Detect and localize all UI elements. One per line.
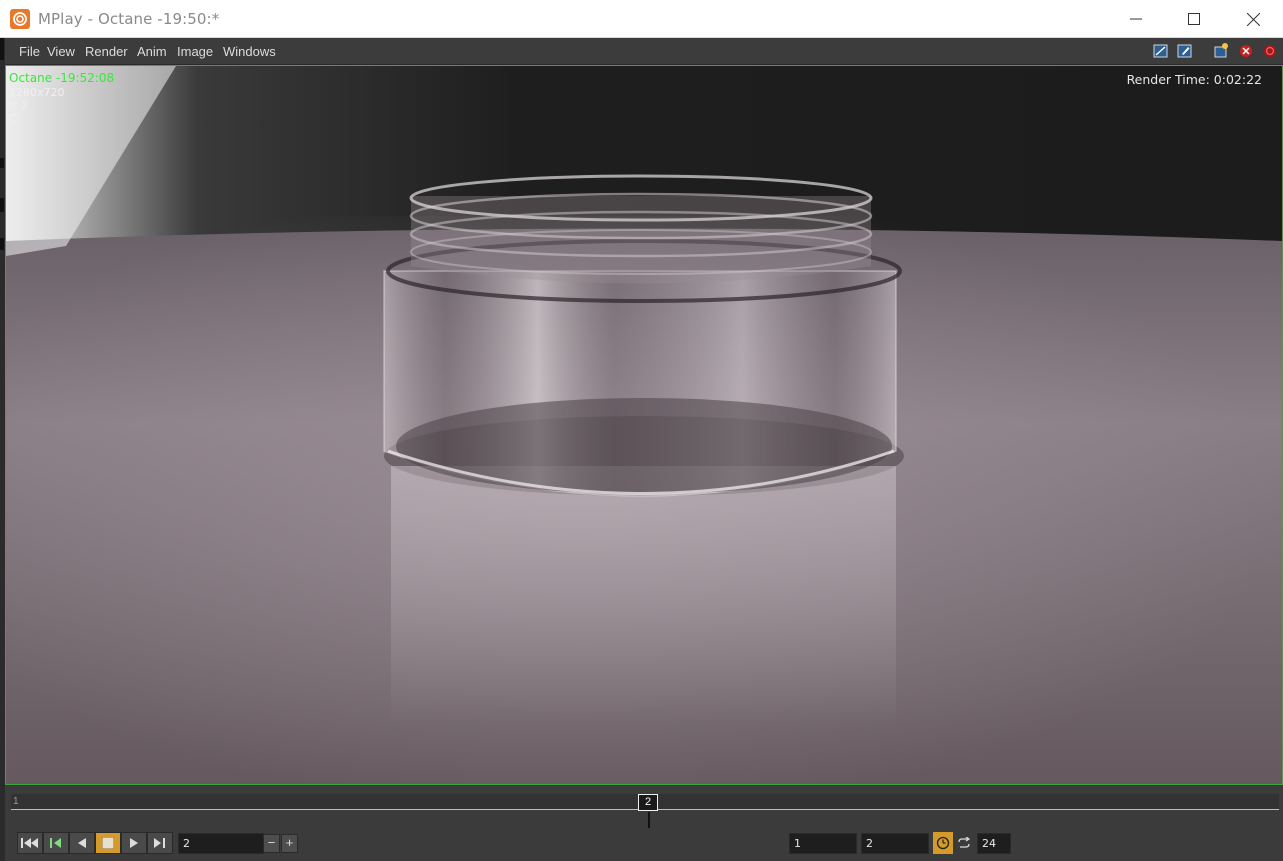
edge-mark <box>0 238 4 250</box>
edge-mark <box>0 158 4 168</box>
loop-icon <box>958 837 971 848</box>
frame-increment-button[interactable]: + <box>281 834 298 853</box>
maximize-button[interactable] <box>1165 0 1223 38</box>
render-time-label: Render Time: 0:02:22 <box>1126 72 1262 87</box>
menu-render[interactable]: Render <box>85 44 128 59</box>
frame-label: fr 2 <box>9 99 28 112</box>
scroll-handle[interactable] <box>0 38 4 60</box>
snapshot-icon[interactable] <box>1212 42 1230 60</box>
edge-mark <box>0 198 4 212</box>
minimize-button[interactable] <box>1107 0 1165 38</box>
range-end-field[interactable]: 2 <box>861 833 929 854</box>
last-frame-icon <box>154 838 165 848</box>
fps-field[interactable]: 24 <box>977 833 1011 854</box>
step-back-icon <box>50 838 61 848</box>
stop-icon <box>102 837 114 849</box>
first-frame-icon <box>21 838 38 848</box>
window-title: MPlay - Octane -19:50:* <box>38 10 220 28</box>
menu-anim[interactable]: Anim <box>137 44 167 59</box>
close-icon <box>1246 12 1260 26</box>
step-back-button[interactable] <box>43 832 69 854</box>
timeline-start-label: 1 <box>13 796 19 807</box>
playback-controls: 2 − + 1 2 24 <box>5 830 1283 861</box>
stop-render-icon[interactable] <box>1237 42 1255 60</box>
image-name-label: Octane -19:52:08 <box>9 71 115 85</box>
loop-mode-button[interactable] <box>954 832 974 854</box>
menu-bar: File View Render Anim Image Windows <box>5 38 1283 65</box>
menu-windows[interactable]: Windows <box>223 44 276 59</box>
menu-image[interactable]: Image <box>177 44 213 59</box>
play-reverse-button[interactable] <box>69 832 95 854</box>
houdini-logo-icon <box>10 9 30 29</box>
first-frame-button[interactable] <box>17 832 43 854</box>
render-viewport[interactable]: Octane -19:52:08 1280x720 fr 2 C Render … <box>5 65 1283 785</box>
current-frame-line <box>648 812 650 828</box>
range-start-field[interactable]: 1 <box>789 833 857 854</box>
close-button[interactable] <box>1224 0 1282 38</box>
menu-file[interactable]: File <box>19 44 40 59</box>
current-frame-marker[interactable]: 2 <box>638 794 658 811</box>
maximize-icon <box>1188 13 1200 25</box>
realtime-toggle[interactable] <box>933 832 953 854</box>
rendered-image <box>6 66 1282 784</box>
stop-button[interactable] <box>95 832 121 854</box>
edit-settings-icon[interactable] <box>1176 42 1194 60</box>
play-icon <box>130 838 138 848</box>
title-bar: MPlay - Octane -19:50:* <box>0 0 1283 38</box>
fit-window-icon[interactable] <box>1152 42 1170 60</box>
channel-label: C <box>9 112 17 125</box>
play-button[interactable] <box>121 832 147 854</box>
clock-icon <box>936 836 950 850</box>
play-reverse-icon <box>78 838 86 848</box>
resolution-label: 1280x720 <box>9 86 65 99</box>
minimize-icon <box>1130 18 1142 20</box>
timeline-bar: 1 2 <box>5 786 1283 830</box>
menu-view[interactable]: View <box>47 44 75 59</box>
current-frame-field[interactable]: 2 <box>178 833 264 854</box>
last-frame-button[interactable] <box>147 832 173 854</box>
frame-decrement-button[interactable]: − <box>263 834 280 853</box>
close-render-icon[interactable] <box>1261 42 1279 60</box>
